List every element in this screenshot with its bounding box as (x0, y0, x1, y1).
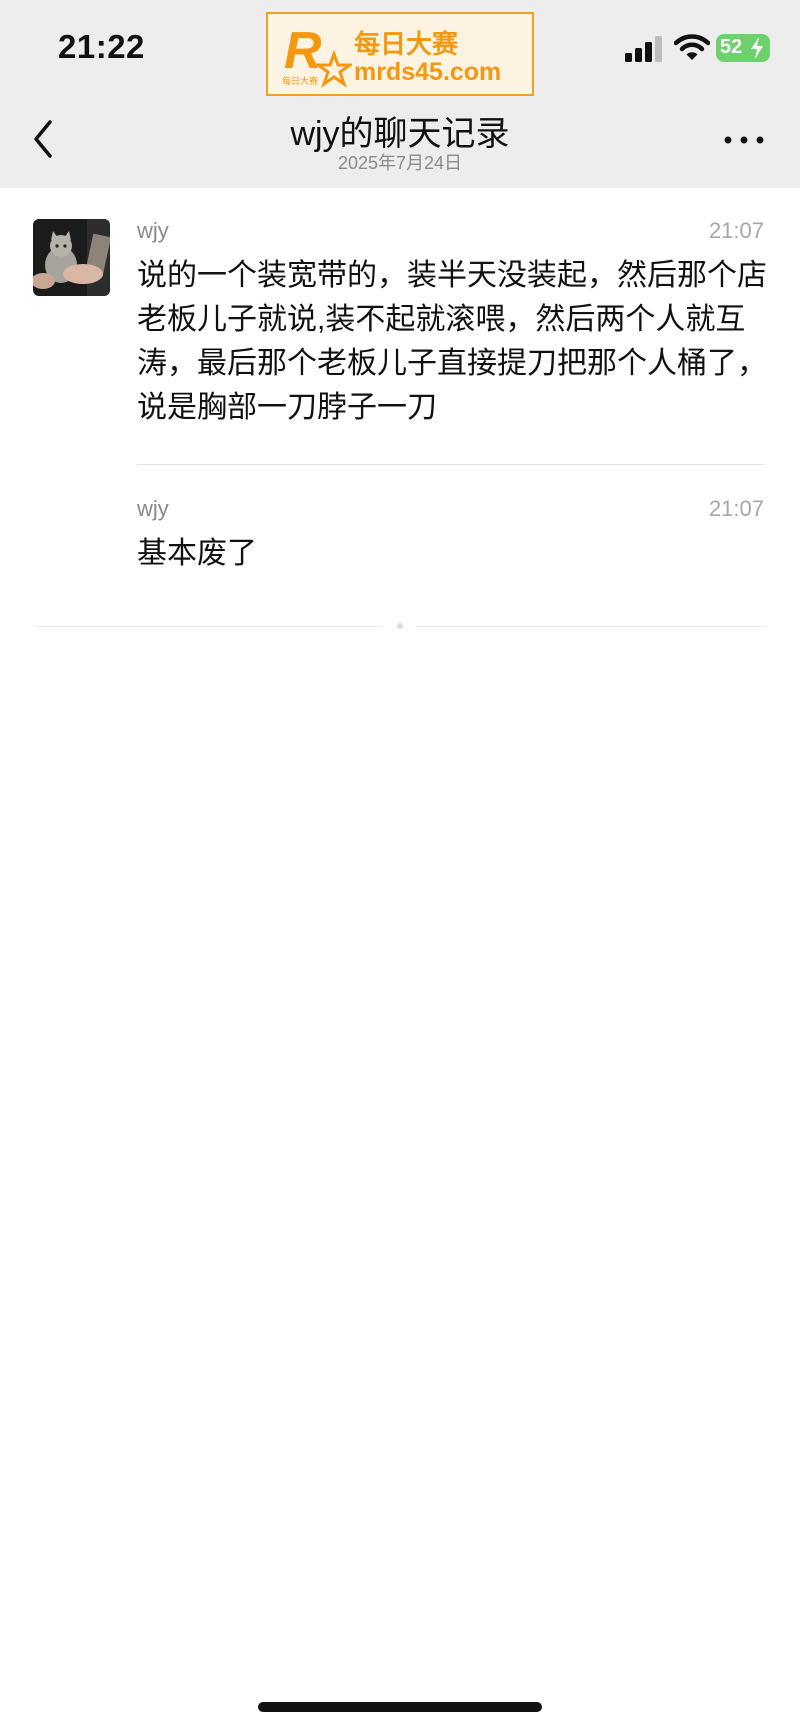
divider (137, 464, 765, 465)
message-time: 21:07 (708, 496, 764, 521)
ad-url: mrds45.com (354, 58, 502, 86)
ad-banner[interactable]: R 每日大赛 每日大赛 mrds45.com (266, 12, 534, 96)
avatar[interactable] (33, 219, 110, 296)
charging-bolt-icon (751, 37, 763, 59)
end-divider-left (36, 626, 382, 627)
message-text: 基本废了 (137, 537, 257, 570)
end-divider-right (416, 626, 766, 627)
message-text: 说的一个装宽带的，装半天没装起，然后那个店老板儿子就说,装不起就滚喂，然后两个人… (137, 259, 767, 424)
signal-icon (625, 36, 662, 62)
page-title: wjy的聊天记录 (290, 115, 510, 153)
message-time: 21:07 (708, 218, 764, 243)
sender-name: wjy (137, 496, 169, 521)
status-time: 21:22 (58, 28, 145, 65)
ad-logo: R 每日大赛 (282, 22, 352, 88)
end-divider-dot (397, 623, 403, 629)
sender-name: wjy (137, 218, 169, 243)
page-subtitle: 2025年7月24日 (337, 153, 463, 173)
ad-title: 每日大赛 (354, 29, 459, 59)
ad-logo-letter: R (284, 22, 322, 80)
battery-icon: 52 (716, 34, 770, 62)
home-indicator[interactable] (258, 1702, 542, 1712)
more-icon[interactable] (720, 128, 768, 152)
top-bar: 21:22 R 每日大赛 每日大赛 mrds45.com 52 wjy的聊天记录… (0, 0, 800, 188)
battery-level: 52 (720, 36, 743, 58)
wifi-icon (674, 34, 710, 60)
avatar-image (33, 219, 110, 296)
ad-logo-caption: 每日大赛 (282, 75, 318, 87)
